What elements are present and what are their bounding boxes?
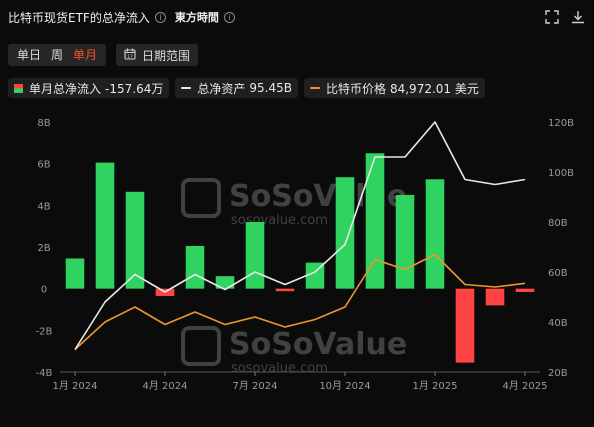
right-axis-tick-label: 60B bbox=[548, 268, 568, 279]
legend-flow[interactable]: 单月总净流入 -157.64万 bbox=[8, 78, 170, 98]
flow-bar[interactable] bbox=[515, 288, 535, 292]
period-selector: 单日 周 单月 bbox=[8, 44, 107, 66]
legend-flow-value: -157.64万 bbox=[105, 81, 164, 96]
flow-swatch-icon bbox=[14, 83, 23, 93]
right-axis-tick-label: 40B bbox=[548, 318, 568, 329]
chart-svg: SoSoValuesosovalue.comSoSoValuesosovalue… bbox=[36, 118, 575, 392]
info-icon[interactable]: i bbox=[154, 11, 166, 23]
date-range-button[interactable]: 17 日期范围 bbox=[116, 44, 199, 66]
x-axis-tick-label: 4月 2024 bbox=[143, 380, 188, 392]
watermark-2: SoSoValuesosovalue.com bbox=[181, 326, 407, 376]
flow-bar[interactable] bbox=[455, 288, 475, 363]
chart-legend: 单月总净流入 -157.64万 总净资产 95.45B 比特币价格 84,972… bbox=[8, 78, 485, 98]
x-axis-tick-label: 1月 2025 bbox=[413, 380, 458, 392]
flow-bar[interactable] bbox=[425, 179, 445, 289]
legend-assets-value: 95.45B bbox=[249, 81, 292, 95]
period-week-tab[interactable]: 周 bbox=[46, 44, 68, 66]
flow-bar[interactable] bbox=[275, 288, 295, 292]
timezone-label: 東方時間 bbox=[174, 11, 219, 24]
flow-bar[interactable] bbox=[245, 222, 265, 289]
left-axis-tick-label: 0 bbox=[41, 285, 47, 296]
legend-assets[interactable]: 总净资产 95.45B bbox=[175, 78, 298, 98]
right-axis-tick-label: 80B bbox=[548, 218, 568, 229]
watermark-url: sosovalue.com bbox=[231, 361, 328, 376]
chart-title: 比特币现货ETF的总净流入 bbox=[8, 10, 150, 25]
watermark-brand: SoSoValue bbox=[229, 327, 407, 362]
right-axis-tick-label: 20B bbox=[548, 368, 568, 379]
period-day-tab[interactable]: 单日 bbox=[12, 44, 46, 66]
flow-bar[interactable] bbox=[335, 177, 355, 289]
legend-price-value: 84,972.01 美元 bbox=[389, 81, 479, 96]
flow-bar[interactable] bbox=[395, 194, 415, 289]
flow-bar[interactable] bbox=[65, 258, 85, 289]
date-range-label: 日期范围 bbox=[142, 48, 191, 63]
timezone-info-icon[interactable]: i bbox=[223, 11, 235, 23]
x-axis-tick-label: 10月 2024 bbox=[319, 380, 370, 392]
right-axis-tick-label: 100B bbox=[548, 168, 574, 179]
flow-bar[interactable] bbox=[95, 162, 115, 289]
watermark-logo-icon bbox=[181, 326, 221, 366]
chart-controls: 单日 周 单月 17 日期范围 bbox=[8, 44, 199, 66]
x-axis-tick-label: 4月 2025 bbox=[503, 380, 548, 392]
legend-price-label: 比特币价格 bbox=[325, 81, 386, 96]
watermark-url: sosovalue.com bbox=[231, 213, 328, 228]
calendar-icon: 17 bbox=[124, 48, 136, 63]
left-axis-tick-label: 8B bbox=[37, 118, 50, 129]
assets-swatch-icon bbox=[181, 87, 192, 89]
legend-flow-label: 单月总净流入 bbox=[29, 81, 102, 96]
left-axis-tick-label: 4B bbox=[37, 201, 50, 212]
left-axis-tick-label: 2B bbox=[37, 243, 50, 254]
x-axis-tick-label: 1月 2024 bbox=[53, 380, 98, 392]
x-axis-tick-label: 7月 2024 bbox=[233, 380, 278, 392]
download-icon[interactable] bbox=[570, 9, 586, 25]
price-swatch-icon bbox=[309, 87, 320, 89]
legend-price[interactable]: 比特币价格 84,972.01 美元 bbox=[303, 78, 485, 98]
period-month-tab[interactable]: 单月 bbox=[68, 44, 102, 66]
svg-text:17: 17 bbox=[127, 54, 133, 60]
left-axis-tick-label: 6B bbox=[37, 160, 50, 171]
left-axis-tick-label: -4B bbox=[36, 368, 53, 379]
chart-area: SoSoValue sosovalue.com SoSoValue sosovalue… bbox=[0, 108, 594, 420]
legend-assets-label: 总净资产 bbox=[197, 81, 246, 96]
right-axis-tick-label: 120B bbox=[548, 118, 574, 129]
flow-bar[interactable] bbox=[485, 288, 505, 306]
fullscreen-icon[interactable] bbox=[544, 9, 560, 25]
watermark-logo-icon bbox=[181, 178, 221, 218]
flow-bar[interactable] bbox=[185, 245, 205, 289]
chart-header: 比特币现货ETF的总净流入 i 東方時間 i bbox=[8, 6, 586, 28]
left-axis-tick-label: -2B bbox=[36, 326, 53, 337]
